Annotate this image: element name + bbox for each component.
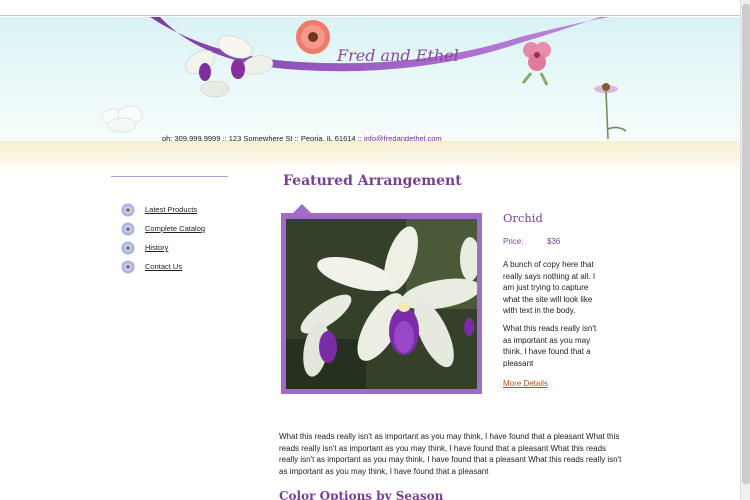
top-bar (0, 0, 740, 16)
price-value: $36 (547, 237, 561, 246)
sidebar-divider (111, 176, 228, 177)
sidebar-item-label[interactable]: Latest Products (145, 205, 197, 214)
section-title: Color Options by Season (279, 489, 444, 500)
page: Fred and Ethel ph: 309.999.9999 :: 123 S… (0, 0, 740, 500)
scrollbar-thumb[interactable] (742, 4, 750, 484)
product-name: Orchid (503, 211, 543, 225)
hibiscus-flower-icon (521, 42, 551, 86)
daisy-bullet-icon (121, 222, 135, 235)
sidebar-item-contact-us[interactable]: Contact Us (121, 257, 205, 276)
photo-frame-notch (293, 204, 311, 213)
daisy-bullet-icon (121, 203, 135, 216)
brand-name: Fred and Ethel (337, 46, 459, 65)
price-label: Price: (503, 237, 524, 246)
product-description-2: What this reads really isn't as importan… (503, 324, 597, 368)
header-ribbon-art (101, 17, 627, 140)
price-row: Price: $36 (503, 237, 560, 246)
orchid-photo-icon (286, 219, 477, 389)
sidebar-item-label[interactable]: Complete Catalog (145, 224, 205, 233)
page-title: Featured Arrangement (283, 173, 462, 189)
sidebar-item-complete-catalog[interactable]: Complete Catalog (121, 219, 205, 238)
sidebar-item-label[interactable]: Contact Us (145, 262, 182, 271)
coneflower-icon (594, 83, 627, 140)
sidebar-item-latest-products[interactable]: Latest Products (121, 200, 205, 219)
sidebar-item-label[interactable]: History (145, 243, 168, 252)
product-description-1: A bunch of copy here that really says no… (503, 260, 596, 315)
product-photo[interactable] (286, 219, 477, 389)
faded-lily-icon (101, 105, 143, 133)
sidebar-nav: Latest Products Complete Catalog History… (121, 200, 205, 276)
gerbera-flower-icon (296, 20, 330, 54)
header-strip (0, 141, 740, 171)
daisy-bullet-icon (121, 241, 135, 254)
vertical-scrollbar[interactable] (740, 0, 750, 500)
header: Fred and Ethel ph: 309.999.9999 :: 123 S… (0, 17, 740, 143)
sidebar-item-history[interactable]: History (121, 238, 205, 257)
body-paragraph: What this reads really isn't as importan… (279, 432, 622, 476)
more-details-link[interactable]: More Details (503, 379, 548, 388)
daisy-bullet-icon (121, 260, 135, 273)
